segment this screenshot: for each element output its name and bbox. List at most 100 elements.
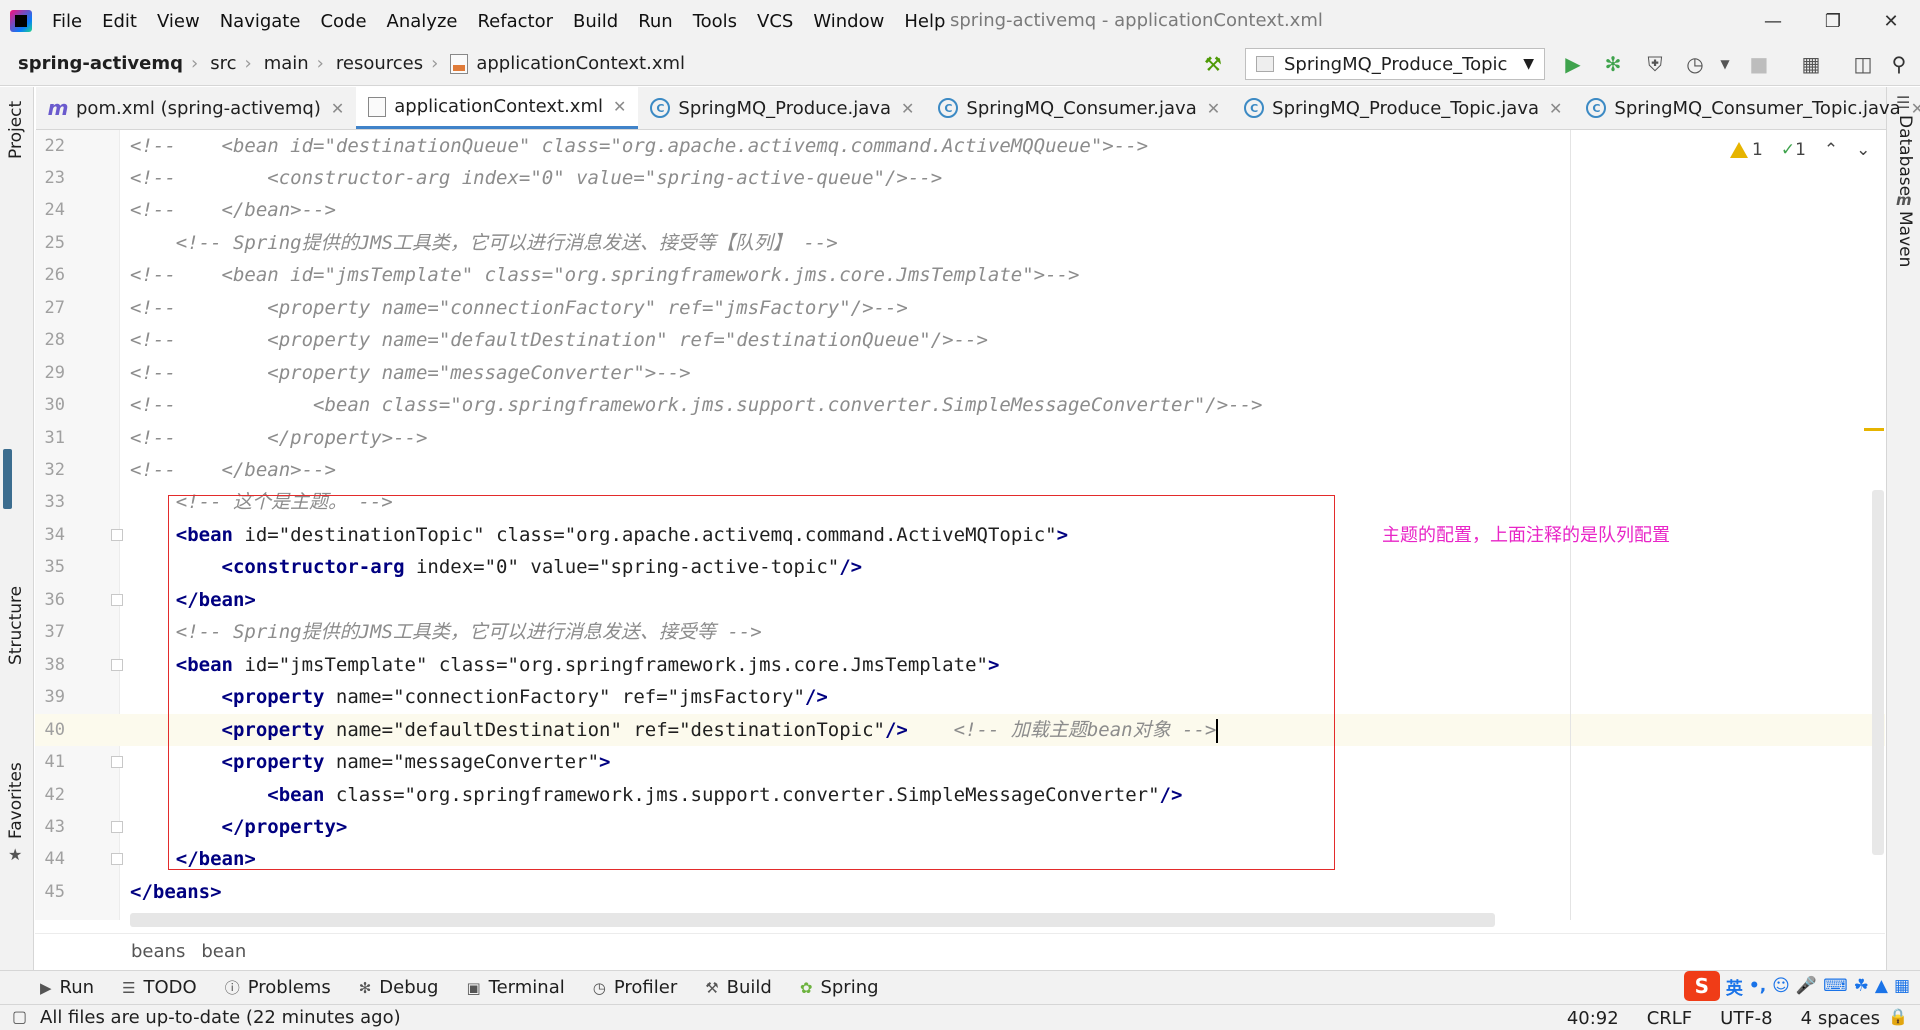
fold-marker-icon[interactable] <box>111 853 123 865</box>
tab-springmq-consumer-topic[interactable]: C SpringMQ_Consumer_Topic.java ✕ <box>1574 87 1920 129</box>
close-icon[interactable]: ✕ <box>1911 99 1920 118</box>
code-line[interactable]: 24 <!-- </bean>--> <box>35 194 1885 226</box>
warning-count[interactable]: 1 <box>1730 140 1763 160</box>
code-line[interactable]: 23 <!-- <constructor-arg index="0" value… <box>35 162 1885 194</box>
menu-run[interactable]: Run <box>628 11 683 32</box>
code-line[interactable]: 42 <bean class="org.springframework.jms.… <box>35 779 1885 811</box>
warning-stripe-marker[interactable] <box>1864 428 1884 431</box>
code-line[interactable]: 39 <property name="connectionFactory" re… <box>35 681 1885 713</box>
run-icon[interactable]: ▶ <box>1560 52 1586 76</box>
fold-marker-icon[interactable] <box>111 756 123 768</box>
code-line[interactable]: 41 <property name="messageConverter"> <box>35 746 1885 778</box>
vertical-scrollbar[interactable] <box>1872 490 1884 855</box>
skin-icon[interactable]: ☘ <box>1854 976 1869 996</box>
tool-window-spring[interactable]: ✿ Spring <box>800 977 879 998</box>
shirt-icon[interactable]: ▲ <box>1875 976 1888 996</box>
punctuation-icon[interactable]: •, <box>1749 976 1766 996</box>
code-line[interactable]: 37 <!-- Spring提供的JMS工具类，它可以进行消息发送、接受等 --… <box>35 616 1885 648</box>
maven-panel-tab[interactable]: Maven <box>1895 211 1915 267</box>
close-icon[interactable]: ✕ <box>613 97 626 116</box>
code-line[interactable]: 43 </property> <box>35 811 1885 843</box>
emoji-icon[interactable]: ☺ <box>1772 976 1790 996</box>
caret-position[interactable]: 40:92 <box>1567 1008 1619 1029</box>
code-line[interactable]: 38 <bean id="jmsTemplate" class="org.spr… <box>35 649 1885 681</box>
code-line[interactable]: 29 <!-- <property name="messageConverter… <box>35 357 1885 389</box>
menu-analyze[interactable]: Analyze <box>377 11 468 32</box>
fold-marker-icon[interactable] <box>111 821 123 833</box>
menu-refactor[interactable]: Refactor <box>467 11 563 32</box>
code-line[interactable]: 27 <!-- <property name="connectionFactor… <box>35 292 1885 324</box>
weak-warning-count[interactable]: ✓1 <box>1781 140 1806 160</box>
keyboard-icon[interactable]: ⌨ <box>1823 976 1848 996</box>
menu-vcs[interactable]: VCS <box>747 11 803 32</box>
line-separator[interactable]: CRLF <box>1647 1008 1692 1029</box>
close-icon[interactable]: ✕ <box>1207 99 1220 118</box>
tab-springmq-produce-topic[interactable]: C SpringMQ_Produce_Topic.java ✕ <box>1232 87 1574 129</box>
status-message[interactable]: All files are up-to-date (22 minutes ago… <box>40 1007 401 1028</box>
close-icon[interactable]: ✕ <box>1868 6 1914 36</box>
ime-language-mode[interactable]: 英 <box>1726 974 1743 999</box>
tab-springmq-produce[interactable]: C SpringMQ_Produce.java ✕ <box>638 87 926 129</box>
breadcrumb-file[interactable]: applicationContext.xml <box>438 53 693 74</box>
breadcrumb-src[interactable]: src <box>198 53 244 74</box>
coverage-shield-icon[interactable]: ⛨ <box>1642 52 1668 76</box>
breadcrumb-resources[interactable]: resources <box>324 53 431 74</box>
search-icon[interactable]: ⚲ <box>1886 52 1912 76</box>
chevron-down-icon[interactable]: ⌄ <box>1856 140 1870 160</box>
profiler-icon[interactable]: ◷ <box>1682 52 1708 76</box>
code-line[interactable]: 36 </bean> <box>35 584 1885 616</box>
tool-window-build[interactable]: ⚒ Build <box>705 977 772 998</box>
menu-navigate[interactable]: Navigate <box>210 11 311 32</box>
lock-icon[interactable]: 🔒 <box>1888 1007 1908 1026</box>
stop-icon[interactable]: ■ <box>1746 52 1772 76</box>
fold-marker-icon[interactable] <box>111 529 123 541</box>
tool-window-run[interactable]: ▶ Run <box>40 977 94 998</box>
menu-edit[interactable]: Edit <box>92 11 147 32</box>
menu-view[interactable]: View <box>147 11 210 32</box>
horizontal-scrollbar[interactable] <box>130 913 1495 927</box>
code-line-current[interactable]: 40 <property name="defaultDestination" r… <box>35 714 1885 746</box>
code-line[interactable]: 28 <!-- <property name="defaultDestinati… <box>35 324 1885 356</box>
fold-marker-icon[interactable] <box>111 659 123 671</box>
grid-menu-icon[interactable]: ▦ <box>1894 976 1910 996</box>
tool-window-terminal[interactable]: ▣ Terminal <box>466 977 564 998</box>
debug-bug-icon[interactable]: ✻ <box>1600 52 1626 76</box>
structure-panel-tab[interactable]: Structure <box>6 586 26 665</box>
ide-features-icon[interactable]: ◫ <box>1850 52 1876 76</box>
code-line[interactable]: 31 <!-- </property>--> <box>35 422 1885 454</box>
code-line[interactable]: 44 </bean> <box>35 843 1885 875</box>
microphone-icon[interactable]: 🎤 <box>1796 976 1817 996</box>
project-panel-tab[interactable]: Project <box>6 101 26 159</box>
code-line[interactable]: 25 <!-- Spring提供的JMS工具类，它可以进行消息发送、接受等【队列… <box>35 227 1885 259</box>
tab-application-context-xml[interactable]: applicationContext.xml ✕ <box>356 87 639 129</box>
project-structure-icon[interactable]: ▦ <box>1798 52 1824 76</box>
tab-pom-xml[interactable]: m pom.xml (spring-activemq) ✕ <box>36 87 356 129</box>
menu-code[interactable]: Code <box>310 11 376 32</box>
tool-window-debug[interactable]: ✻ Debug <box>359 977 439 998</box>
code-line[interactable]: 45 </beans> <box>35 876 1885 908</box>
breadcrumb-main[interactable]: main <box>252 53 317 74</box>
menu-tools[interactable]: Tools <box>683 11 747 32</box>
breadcrumb-project[interactable]: spring-activemq <box>0 53 191 74</box>
minimize-icon[interactable]: — <box>1750 6 1796 36</box>
tool-window-problems[interactable]: ⓘ Problems <box>225 977 331 998</box>
favorites-panel-tab[interactable]: Favorites <box>6 762 26 839</box>
tab-springmq-consumer[interactable]: C SpringMQ_Consumer.java ✕ <box>926 87 1232 129</box>
sogou-logo-icon[interactable]: S <box>1683 971 1720 1001</box>
code-line[interactable]: 22 <!-- <bean id="destinationQueue" clas… <box>35 130 1885 162</box>
file-encoding[interactable]: UTF-8 <box>1720 1008 1772 1029</box>
code-line[interactable]: 33 <!-- 这个是主题。 --> <box>35 486 1885 518</box>
editor-crumb-beans[interactable]: beans <box>131 941 185 962</box>
inspection-widget[interactable]: 1 ✓1 ⌃ ⌄ <box>1730 140 1870 160</box>
chevron-up-icon[interactable]: ⌃ <box>1824 140 1838 160</box>
close-icon[interactable]: ✕ <box>901 99 914 118</box>
restore-icon[interactable]: ❐ <box>1810 6 1856 36</box>
tool-window-profiler[interactable]: ◷ Profiler <box>593 977 677 998</box>
editor-crumb-bean[interactable]: bean <box>201 941 246 962</box>
close-icon[interactable]: ✕ <box>331 99 344 118</box>
close-icon[interactable]: ✕ <box>1549 99 1562 118</box>
menu-file[interactable]: File <box>42 11 92 32</box>
chevron-down-icon[interactable]: ▼ <box>1712 52 1738 76</box>
menu-build[interactable]: Build <box>563 11 628 32</box>
code-line[interactable]: 30 <!-- <bean class="org.springframework… <box>35 389 1885 421</box>
